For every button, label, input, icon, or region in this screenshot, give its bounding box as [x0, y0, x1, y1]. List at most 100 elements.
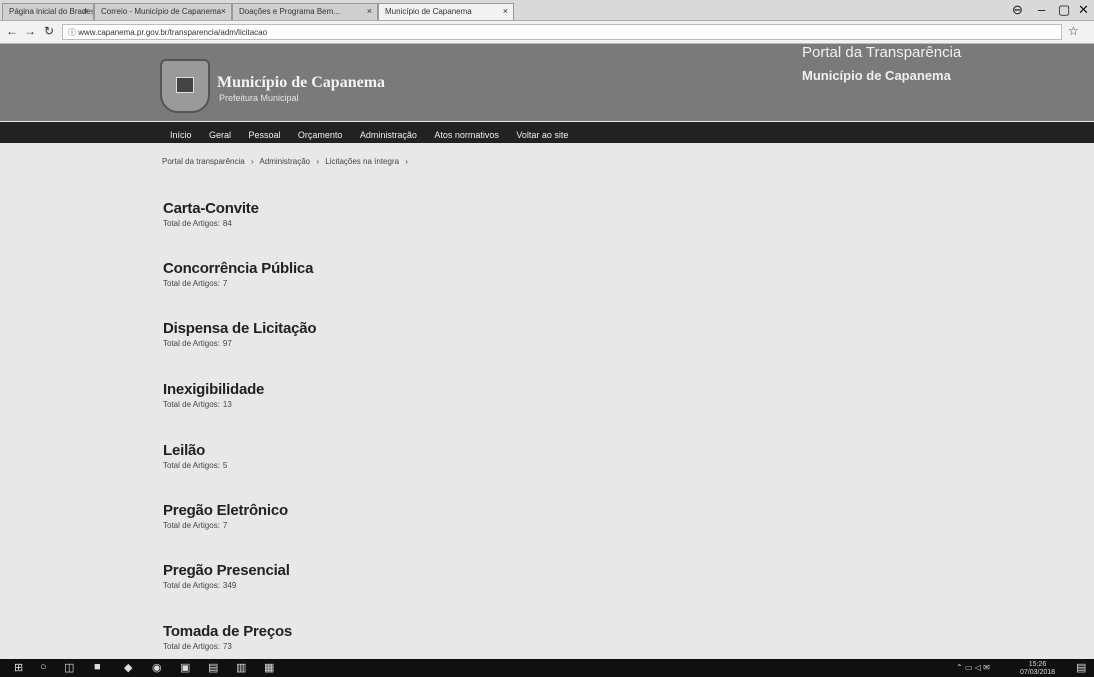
site-title[interactable]: Município de Capanema — [217, 74, 385, 92]
category-link[interactable]: Pregão Presencial — [163, 562, 463, 579]
category-total: Total de Artigos: 13 — [163, 400, 463, 409]
category-item: Pregão Presencial Total de Artigos: 349 — [163, 562, 463, 590]
close-tab-icon[interactable]: × — [367, 6, 372, 16]
breadcrumb-separator: › — [250, 157, 254, 166]
category-link[interactable]: Concorrência Pública — [163, 260, 463, 277]
total-value: 5 — [222, 461, 228, 470]
total-label: Total de Artigos: — [163, 339, 220, 348]
category-link[interactable]: Tomada de Preços — [163, 623, 463, 640]
tab-label: Município de Capanema — [385, 7, 472, 16]
category-total: Total de Artigos: 349 — [163, 581, 463, 590]
total-label: Total de Artigos: — [163, 581, 220, 590]
category-link[interactable]: Inexigibilidade — [163, 381, 463, 398]
category-link[interactable]: Leilão — [163, 442, 463, 459]
bookmark-star-icon[interactable]: ☆ — [1068, 24, 1079, 38]
reload-icon[interactable]: ↻ — [44, 24, 54, 38]
category-item: Leilão Total de Artigos: 5 — [163, 442, 463, 470]
total-label: Total de Artigos: — [163, 279, 220, 288]
nav-item-inicio[interactable]: Início — [170, 130, 192, 140]
browser-icon[interactable]: ◉ — [152, 661, 162, 674]
address-bar-row: ← → ↻ ⓘ www.capanema.pr.gov.br/transpare… — [0, 21, 1094, 44]
maximize-icon[interactable]: ▢ — [1058, 2, 1070, 18]
category-link[interactable]: Dispensa de Licitação — [163, 320, 463, 337]
total-label: Total de Artigos: — [163, 461, 220, 470]
nav-item-geral[interactable]: Geral — [209, 130, 231, 140]
category-total: Total de Artigos: 7 — [163, 521, 463, 530]
total-label: Total de Artigos: — [163, 400, 220, 409]
back-icon[interactable]: ← — [6, 24, 18, 38]
total-value: 349 — [222, 581, 237, 590]
coat-of-arms-logo[interactable] — [160, 59, 210, 113]
close-window-icon[interactable]: ✕ — [1078, 2, 1089, 18]
category-link[interactable]: Carta-Convite — [163, 200, 463, 217]
crest-shield — [176, 77, 194, 93]
breadcrumb-link[interactable]: Portal da transparência — [162, 157, 245, 166]
clock-time: 15:26 — [1028, 661, 1047, 668]
info-icon[interactable]: ⓘ — [68, 28, 78, 37]
search-icon[interactable]: ○ — [40, 661, 47, 673]
app-icon[interactable]: ▣ — [180, 661, 190, 674]
browser-tab[interactable]: Doações e Programa Bem... × — [232, 3, 378, 20]
category-total: Total de Artigos: 84 — [163, 219, 463, 228]
total-label: Total de Artigos: — [163, 642, 220, 651]
windows-start-icon[interactable]: ⊞ — [14, 661, 23, 674]
category-item: Inexigibilidade Total de Artigos: 13 — [163, 381, 463, 409]
breadcrumb-separator: › — [405, 157, 408, 166]
browser-tab[interactable]: Correio - Município de Capanema × — [94, 3, 232, 20]
main-nav: Início Geral Pessoal Orçamento Administr… — [0, 122, 1094, 143]
category-item: Pregão Eletrônico Total de Artigos: 7 — [163, 502, 463, 530]
system-tray-icons[interactable]: ⌃ ▭ ◁ ✉ — [956, 663, 990, 672]
total-value: 13 — [222, 400, 232, 409]
account-icon[interactable]: ⊖ — [1012, 2, 1023, 18]
category-item: Concorrência Pública Total de Artigos: 7 — [163, 260, 463, 288]
breadcrumb-link[interactable]: Administração — [259, 157, 310, 166]
total-value: 73 — [222, 642, 232, 651]
minimize-icon[interactable]: – — [1038, 2, 1045, 17]
nav-item-orcamento[interactable]: Orçamento — [298, 130, 343, 140]
total-value: 7 — [222, 279, 228, 288]
category-item: Carta-Convite Total de Artigos: 84 — [163, 200, 463, 228]
total-label: Total de Artigos: — [163, 219, 220, 228]
category-item: Tomada de Preços Total de Artigos: 73 — [163, 623, 463, 651]
browser-tab-active[interactable]: Município de Capanema × — [378, 3, 514, 20]
total-label: Total de Artigos: — [163, 521, 220, 530]
site-subtitle: Prefeitura Municipal — [219, 93, 299, 103]
clock[interactable]: 15:26 07/03/2018 — [1020, 661, 1055, 677]
portal-title: Portal da Transparência — [802, 44, 962, 61]
nav-item-pessoal[interactable]: Pessoal — [248, 130, 280, 140]
total-value: 97 — [222, 339, 232, 348]
category-link[interactable]: Pregão Eletrônico — [163, 502, 463, 519]
portal-subtitle: Município de Capanema — [802, 68, 951, 83]
task-view-icon[interactable]: ◫ — [64, 661, 74, 674]
breadcrumb-separator: › — [316, 157, 319, 166]
close-tab-icon[interactable]: × — [221, 6, 226, 16]
category-item: Dispensa de Licitação Total de Artigos: 9… — [163, 320, 463, 348]
windows-taskbar: ⊞ ○ ◫ ■ ◆ ◉ ▣ ▤ ▥ ▦ ⌃ ▭ ◁ ✉ 15:26 07/03/… — [0, 659, 1094, 677]
app-icon[interactable]: ◆ — [124, 661, 132, 674]
url-text: www.capanema.pr.gov.br/transparencia/adm… — [78, 28, 268, 37]
app-icon[interactable]: ■ — [94, 661, 101, 673]
app-icon[interactable]: ▥ — [236, 661, 246, 674]
close-tab-icon[interactable]: × — [83, 6, 88, 16]
tab-label: Doações e Programa Bem... — [239, 7, 340, 16]
category-total: Total de Artigos: 97 — [163, 339, 463, 348]
category-total: Total de Artigos: 73 — [163, 642, 463, 651]
clock-date: 07/03/2018 — [1020, 669, 1056, 676]
url-input[interactable]: ⓘ www.capanema.pr.gov.br/transparencia/a… — [62, 24, 1062, 40]
browser-tab[interactable]: Página inicial do Bradesco × — [2, 3, 94, 20]
nav-item-atos-normativos[interactable]: Atos normativos — [434, 130, 499, 140]
app-icon[interactable]: ▤ — [208, 661, 218, 674]
nav-item-administracao[interactable]: Administração — [360, 130, 417, 140]
breadcrumb: Portal da transparência › Administração … — [162, 157, 412, 166]
category-total: Total de Artigos: 5 — [163, 461, 463, 470]
close-tab-icon[interactable]: × — [503, 6, 508, 16]
tab-label: Página inicial do Bradesco — [9, 7, 94, 16]
forward-icon[interactable]: → — [24, 24, 36, 38]
total-value: 7 — [222, 521, 228, 530]
site-header: Município de Capanema Prefeitura Municip… — [0, 44, 1094, 121]
app-icon[interactable]: ▦ — [264, 661, 274, 674]
tab-label: Correio - Município de Capanema — [101, 7, 222, 16]
nav-item-voltar-ao-site[interactable]: Voltar ao site — [516, 130, 568, 140]
notifications-icon[interactable]: ▤ — [1076, 661, 1086, 674]
browser-tab-strip: Página inicial do Bradesco × Correio - M… — [0, 0, 1094, 21]
